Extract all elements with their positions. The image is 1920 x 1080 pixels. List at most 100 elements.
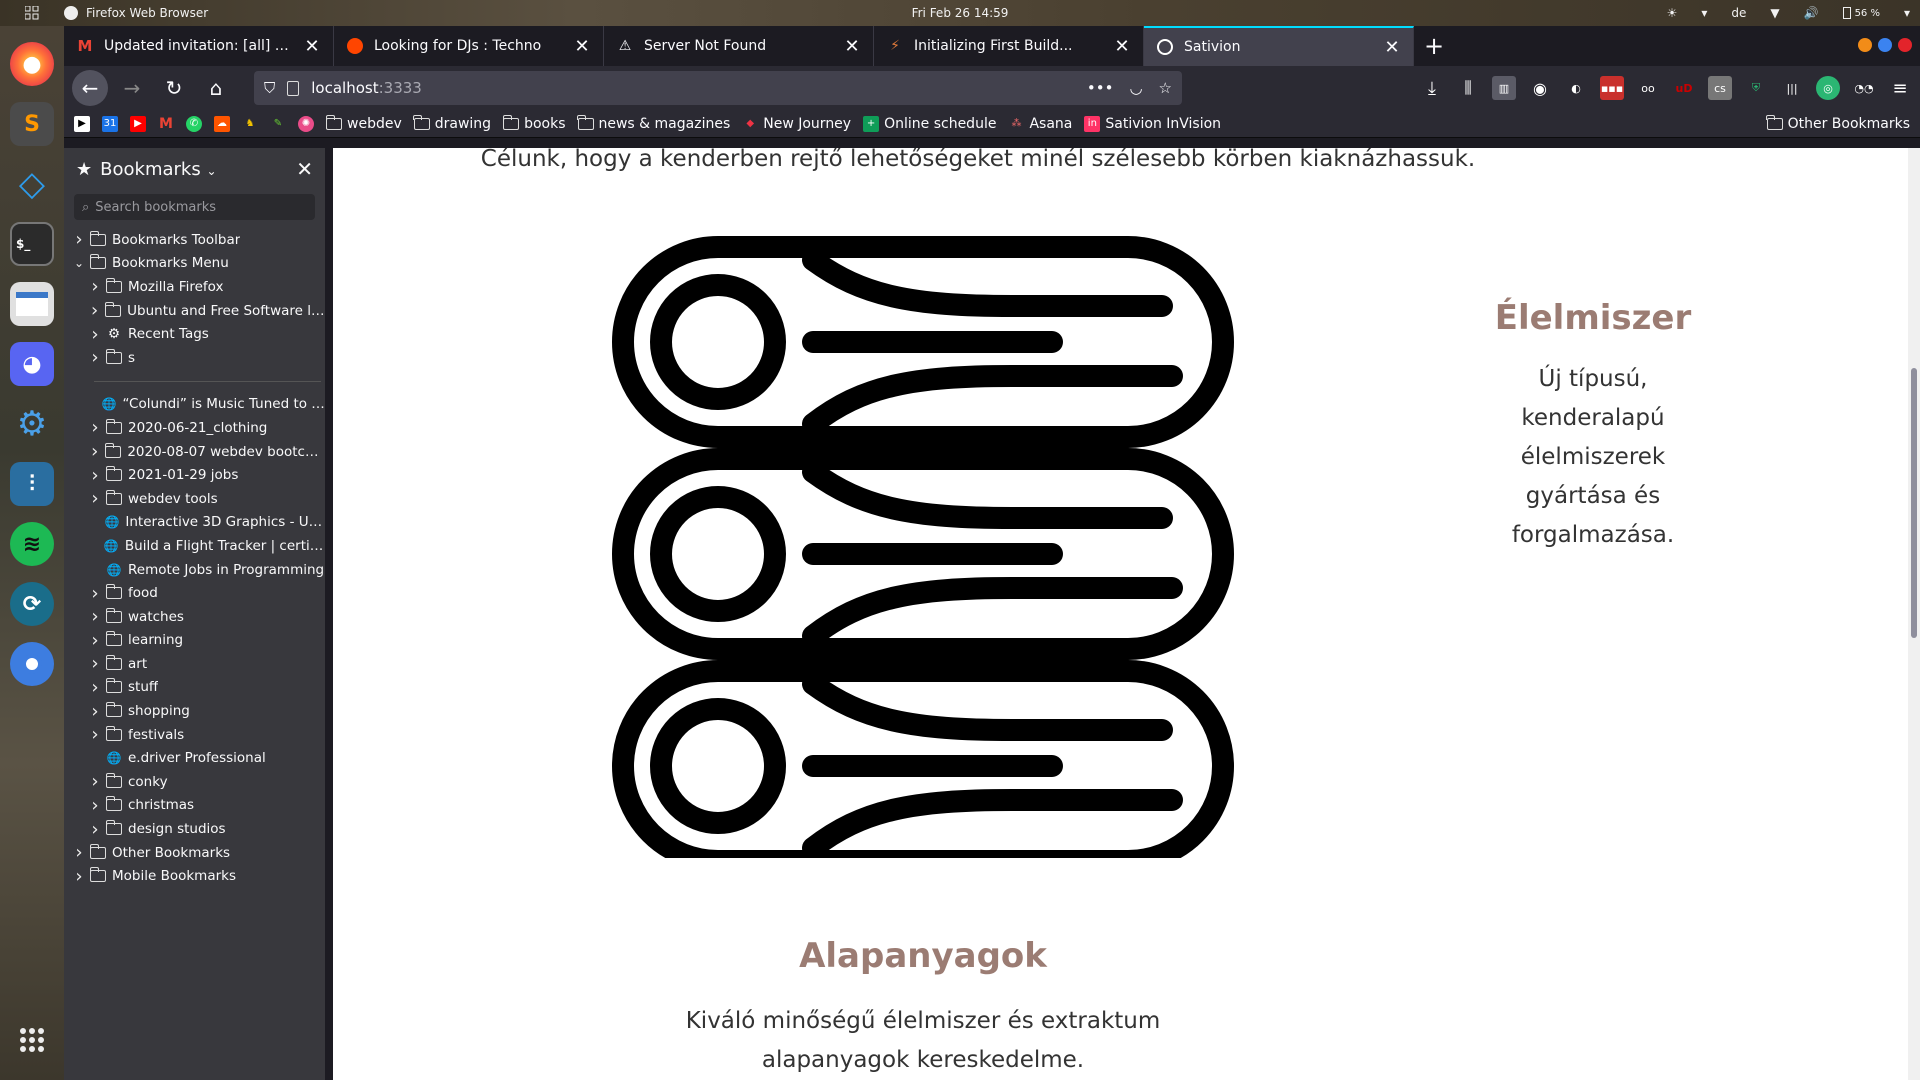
dock-tweaks-icon[interactable]: ⫶ [10, 462, 54, 506]
bookmark-tree-row[interactable]: › conky [64, 770, 325, 794]
dock-discord-icon[interactable]: ◕ [10, 342, 54, 386]
chevron-right-icon[interactable]: › [88, 276, 102, 297]
home-button[interactable]: ⌂ [198, 70, 234, 106]
new-tab-button[interactable]: + [1414, 26, 1454, 66]
chevron-right-icon[interactable]: › [72, 842, 86, 863]
maximize-button[interactable] [1878, 38, 1892, 52]
bookmark-new-journey[interactable]: ◆ New Journey [742, 116, 851, 132]
bookmark-search-input[interactable]: ⌕ Search bookmarks [74, 194, 315, 220]
tab-gmail[interactable]: M Updated invitation: [all] Grow ✕ [64, 26, 334, 66]
bookmark-tree-row[interactable]: › Mobile Bookmarks [64, 864, 325, 888]
app-menu[interactable]: Firefox Web Browser [64, 6, 208, 20]
chevron-right-icon[interactable]: › [88, 819, 102, 840]
dock-sublime-text-icon[interactable]: S [10, 102, 54, 146]
brightness-icon[interactable]: ☀ [1667, 6, 1678, 20]
bookmark-calendar-icon[interactable]: 31 [102, 115, 118, 132]
forward-button[interactable]: → [114, 70, 150, 106]
show-applications-button[interactable] [10, 1018, 54, 1062]
chevron-right-icon[interactable]: › [88, 701, 102, 722]
bookmark-tree-row[interactable]: › s [64, 346, 325, 370]
tab-sativion[interactable]: Sativion ✕ [1144, 26, 1414, 66]
bookmark-tree-row[interactable]: › art [64, 652, 325, 676]
bookmark-tree-row[interactable]: 🌐 Interactive 3D Graphics - Udacity [64, 511, 325, 535]
bookmark-tree-row[interactable]: 🌐 Build a Flight Tracker | certification [64, 534, 325, 558]
close-tab-icon[interactable]: ✕ [303, 36, 321, 57]
bookmark-tree-row[interactable]: › ⚙ Recent Tags [64, 322, 325, 346]
bookmark-whatsapp-icon[interactable]: ✆ [186, 115, 202, 132]
extension-shield-icon[interactable]: ⛨ [1744, 76, 1768, 100]
bookmark-tree-row[interactable]: › christmas [64, 794, 325, 818]
url-bar[interactable]: ⛉ localhost:3333 ••• ◡ ☆ [254, 71, 1182, 105]
bookmark-soundcloud-icon[interactable]: ☁ [214, 115, 230, 132]
bookmark-tree-row[interactable]: › Other Bookmarks [64, 841, 325, 865]
chevron-right-icon[interactable]: › [88, 795, 102, 816]
close-tab-icon[interactable]: ✕ [573, 36, 591, 57]
dock-terminal-icon[interactable]: $_ [10, 222, 54, 266]
chevron-right-icon[interactable]: › [88, 324, 102, 345]
dock-chromium-icon[interactable] [10, 642, 54, 686]
chevron-right-icon[interactable]: › [88, 583, 102, 604]
chevron-right-icon[interactable]: › [88, 441, 101, 462]
bookmark-asana[interactable]: ⁂ Asana [1008, 116, 1072, 132]
bookmark-tree-row[interactable]: › watches [64, 605, 325, 629]
downloads-icon[interactable]: ⤓ [1420, 76, 1444, 100]
bookmark-tree-row[interactable]: 🌐 “Colundi” is Music Tuned to the Frequen… [64, 393, 325, 417]
bookmark-tree-row[interactable]: 🌐 e.driver Professional [64, 746, 325, 770]
close-tab-icon[interactable]: ✕ [843, 36, 861, 57]
chevron-right-icon[interactable]: › [88, 417, 102, 438]
bookmark-tree-row[interactable]: › Bookmarks Toolbar [64, 228, 325, 252]
battery-status[interactable]: 56 % [1842, 7, 1880, 19]
bookmark-tree-row[interactable]: › stuff [64, 676, 325, 700]
clock[interactable]: Fri Feb 26 14:59 [0, 6, 1920, 20]
scrollbar-thumb[interactable] [1911, 368, 1917, 638]
chevron-right-icon[interactable]: › [88, 630, 102, 651]
dock-files-icon[interactable] [10, 282, 54, 326]
back-button[interactable]: ← [72, 70, 108, 106]
bookmark-tree-row[interactable]: › 2020-06-21_clothing [64, 416, 325, 440]
sidebar-switcher[interactable]: Bookmarks ⌄ [100, 159, 216, 180]
extension-glasses-icon[interactable]: oo [1636, 76, 1660, 100]
tab-reddit[interactable]: Looking for DJs : Techno ✕ [334, 26, 604, 66]
activities-button[interactable] [0, 6, 64, 20]
dock-settings-icon[interactable]: ⚙ [10, 402, 54, 446]
library-icon[interactable]: ⫼ [1456, 76, 1480, 100]
bookmark-star-icon[interactable]: ☆ [1159, 79, 1172, 97]
bookmark-tree-row[interactable]: › design studios [64, 817, 325, 841]
tracking-shield-icon[interactable]: ⛉ [264, 79, 275, 97]
bookmark-tree-row[interactable]: › food [64, 581, 325, 605]
dock-vscode-icon[interactable]: ◇ [10, 162, 54, 206]
ublock-icon[interactable]: uD [1672, 76, 1696, 100]
close-sidebar-icon[interactable]: ✕ [296, 157, 313, 181]
close-tab-icon[interactable]: ✕ [1113, 36, 1131, 57]
tab-build[interactable]: ⚡ Initializing First Build... ✕ [874, 26, 1144, 66]
bookmark-tree-row[interactable]: › Mozilla Firefox [64, 275, 325, 299]
chevron-right-icon[interactable]: › [88, 771, 102, 792]
reload-button[interactable]: ↻ [156, 70, 192, 106]
bookmark-tree-row[interactable]: 🌐 Remote Jobs in Programming [64, 558, 325, 582]
page-info-icon[interactable] [287, 80, 300, 96]
bookmark-dribbble-icon[interactable]: ✺ [298, 115, 314, 132]
menu-hamburger-icon[interactable]: ≡ [1888, 76, 1912, 100]
chevron-down-icon[interactable]: ⌄ [72, 256, 86, 270]
bookmark-tree-row[interactable]: › festivals [64, 723, 325, 747]
sidebar-toggle-icon[interactable]: ▥ [1492, 76, 1516, 100]
power-menu-icon[interactable]: ▾ [1904, 6, 1910, 20]
bookmark-folder-webdev[interactable]: webdev [325, 114, 402, 132]
tab-server-not-found[interactable]: ⚠ Server Not Found ✕ [604, 26, 874, 66]
bookmark-online-schedule[interactable]: + Online schedule [863, 115, 996, 132]
chevron-right-icon[interactable]: › [88, 300, 101, 321]
page-actions-icon[interactable]: ••• [1087, 79, 1114, 97]
chevron-right-icon[interactable]: › [88, 606, 102, 627]
wifi-icon[interactable]: ▼ [1770, 6, 1779, 20]
bookmark-other-bookmarks[interactable]: Other Bookmarks [1766, 114, 1910, 132]
bookmark-owl-icon[interactable]: ♞ [242, 116, 258, 132]
extension-bars-icon[interactable]: ||| [1780, 76, 1804, 100]
page-scrollbar[interactable] [1908, 148, 1920, 1080]
chevron-right-icon[interactable]: › [88, 488, 102, 509]
network-down-icon[interactable]: ▾ [1701, 6, 1707, 20]
close-tab-icon[interactable]: ✕ [1383, 37, 1401, 58]
extension-mask-icon[interactable]: ◔◔ [1852, 76, 1876, 100]
chevron-right-icon[interactable]: › [88, 724, 102, 745]
bookmark-folder-news[interactable]: news & magazines [577, 114, 730, 132]
bookmark-tree-row[interactable]: › 2021-01-29 jobs [64, 463, 325, 487]
